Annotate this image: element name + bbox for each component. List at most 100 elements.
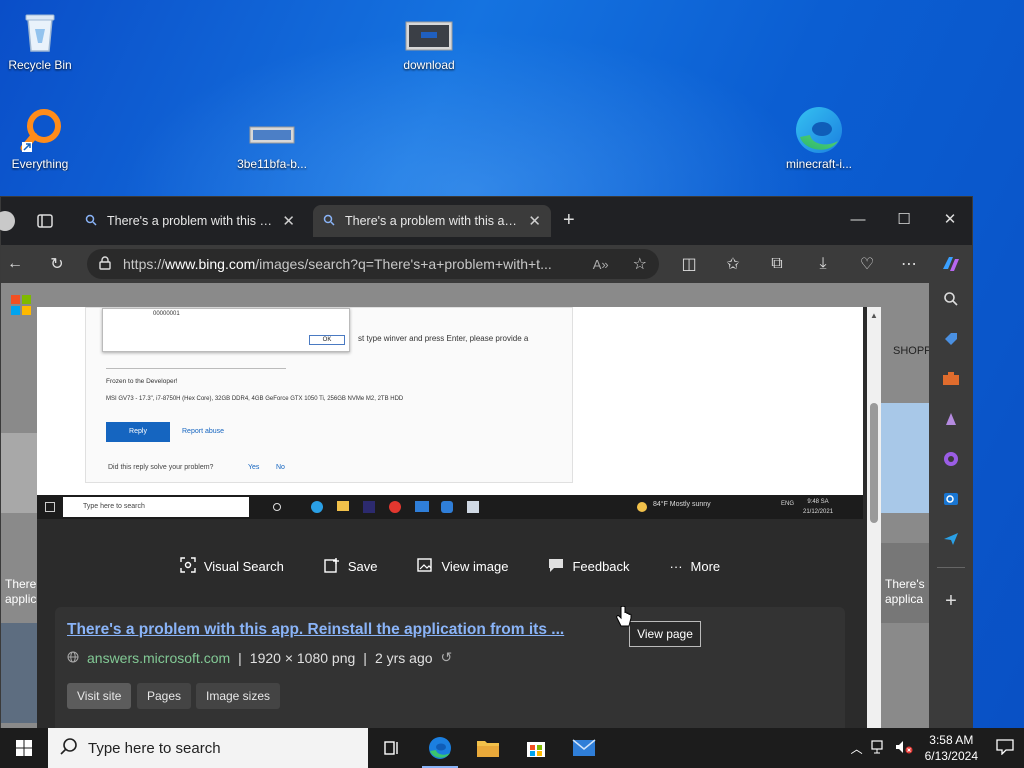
back-icon[interactable]: ←	[3, 252, 27, 276]
taskbar-edge[interactable]	[416, 728, 464, 768]
tools-icon[interactable]	[939, 367, 963, 391]
collections-icon[interactable]: ⧉	[765, 252, 789, 276]
profile-avatar[interactable]	[0, 211, 15, 231]
ellipsis-icon: ···	[669, 559, 683, 574]
taskbar-search[interactable]: Type here to search	[48, 728, 368, 768]
folder-icon	[477, 741, 499, 757]
save-label: Save	[347, 559, 378, 574]
search-icon	[85, 214, 97, 229]
tab-title: There's a problem with this app.	[345, 214, 521, 228]
recycle-bin-icon	[0, 6, 80, 56]
image-actions: Visual Search Save View image Feedback ·…	[37, 557, 863, 576]
taskbar-clock[interactable]: 3:58 AM 6/13/2024	[925, 732, 978, 764]
desktop-icon-minecraft[interactable]: minecraft-i...	[779, 105, 859, 171]
scroll-up-icon[interactable]: ▲	[870, 311, 878, 320]
taskbar-store[interactable]	[512, 728, 560, 768]
desktop-icon-everything[interactable]: Everything	[0, 105, 80, 171]
result-domain[interactable]: answers.microsoft.com	[87, 650, 230, 666]
everything-search-icon	[0, 105, 80, 155]
scroll-thumb[interactable]	[870, 403, 878, 523]
tab-title: There's a problem with this app.	[107, 214, 275, 228]
games-icon[interactable]	[939, 407, 963, 431]
favorites-icon[interactable]: ✩	[721, 252, 745, 276]
tab-actions-icon[interactable]	[37, 213, 53, 232]
more-button[interactable]: ··· More	[670, 557, 721, 576]
maximize-button[interactable]: ☐	[881, 203, 927, 235]
view-image-icon	[417, 557, 433, 576]
m365-icon[interactable]	[939, 447, 963, 471]
taskbar-file-explorer[interactable]	[464, 728, 512, 768]
taskbar-mail[interactable]	[560, 728, 608, 768]
mail-icon	[572, 739, 596, 756]
new-tab-icon[interactable]: +	[563, 209, 575, 232]
browser-window: There's a problem with this app. ✕ There…	[0, 196, 973, 729]
outlook-icon[interactable]	[939, 487, 963, 511]
refresh-icon[interactable]: ↻	[45, 252, 69, 276]
close-tab-icon[interactable]: ✕	[282, 212, 295, 230]
add-sidebar-icon[interactable]: +	[939, 589, 963, 613]
minimize-button[interactable]: —	[835, 203, 881, 235]
feedback-button[interactable]: Feedback	[548, 557, 630, 576]
feedback-label: Feedback	[572, 559, 630, 574]
split-screen-icon[interactable]: ◫	[677, 252, 701, 276]
tab-bar: There's a problem with this app. ✕ There…	[0, 197, 973, 245]
tab-active[interactable]: There's a problem with this app. ✕	[313, 205, 551, 237]
shopping-tag-icon[interactable]	[939, 327, 963, 351]
screenshot-body: 00000001 OK st type winver and press Ent…	[85, 307, 573, 483]
task-view-button[interactable]	[368, 728, 416, 768]
tab-inactive[interactable]: There's a problem with this app. ✕	[75, 205, 305, 237]
close-tab-icon[interactable]: ✕	[528, 212, 541, 230]
visual-search-button[interactable]: Visual Search	[180, 557, 284, 576]
desktop-icon-recycle-bin[interactable]: Recycle Bin	[0, 6, 80, 72]
copilot-icon[interactable]	[939, 252, 963, 276]
side-snippet: There's applica	[885, 577, 925, 606]
result-card: There's a problem with this app. Reinsta…	[55, 607, 845, 729]
visual-search-icon	[180, 557, 196, 576]
image-file-icon	[232, 115, 312, 155]
page-content: SHOPP There's applica There applic 00000…	[1, 283, 929, 729]
address-bar[interactable]: https://www.bing.com/images/search?q=The…	[87, 249, 659, 279]
favorite-star-icon[interactable]: ☆	[633, 254, 647, 274]
read-aloud-icon[interactable]: A»	[593, 257, 609, 272]
image-viewer: 00000001 OK st type winver and press Ent…	[37, 307, 881, 729]
feedback-icon	[548, 557, 564, 576]
more-options-icon[interactable]: ⋯	[897, 252, 921, 276]
visit-site-button[interactable]: Visit site	[67, 683, 132, 709]
clock-date: 6/13/2024	[924, 749, 978, 763]
start-button[interactable]	[0, 728, 48, 768]
edge-icon	[429, 737, 451, 759]
navigation-toolbar: ← ↻ https://www.bing.com/images/search?q…	[1, 245, 972, 283]
taskbar: Type here to search ︿ 3:58 AM 6/13/2024	[0, 728, 1024, 768]
view-image-button[interactable]: View image	[417, 557, 508, 576]
clock-time: 3:58 AM	[929, 733, 974, 747]
history-icon: ↺	[440, 649, 453, 665]
more-label: More	[690, 559, 721, 574]
downloads-icon[interactable]: ⤓	[811, 252, 835, 276]
desktop-icon-download[interactable]: download	[389, 16, 469, 72]
image-sizes-button[interactable]: Image sizes	[196, 683, 281, 709]
send-icon[interactable]	[939, 527, 963, 551]
save-button[interactable]: Save	[324, 557, 378, 576]
edge-sidebar: +	[929, 283, 973, 729]
notifications-icon[interactable]	[996, 738, 1014, 758]
image-file-icon	[389, 16, 469, 56]
search-icon	[323, 214, 335, 229]
network-icon[interactable]	[871, 739, 887, 757]
microsoft-logo-icon	[11, 295, 31, 315]
edge-icon	[779, 105, 859, 155]
result-title-link[interactable]: There's a problem with this app. Reinsta…	[67, 621, 564, 639]
desktop-background	[0, 0, 1024, 200]
performance-icon[interactable]: ♡	[855, 252, 879, 276]
sidebar-search-icon[interactable]	[939, 287, 963, 311]
desktop-icon-3be11bfa[interactable]: 3be11bfa-b...	[232, 115, 312, 171]
chevron-up-icon[interactable]: ︿	[851, 740, 863, 757]
volume-muted-icon[interactable]	[895, 740, 913, 757]
result-age: 2 yrs ago	[374, 649, 433, 666]
pages-button[interactable]: Pages	[137, 683, 192, 709]
result-dimensions: 1920 × 1080 png	[249, 649, 356, 666]
image-preview[interactable]: 00000001 OK st type winver and press Ent…	[37, 307, 863, 519]
shopping-label: SHOPP	[893, 345, 929, 357]
left-snippet: There applic	[5, 577, 37, 606]
close-window-button[interactable]: ✕	[927, 203, 973, 235]
viewer-scrollbar[interactable]: ▲	[867, 307, 881, 729]
